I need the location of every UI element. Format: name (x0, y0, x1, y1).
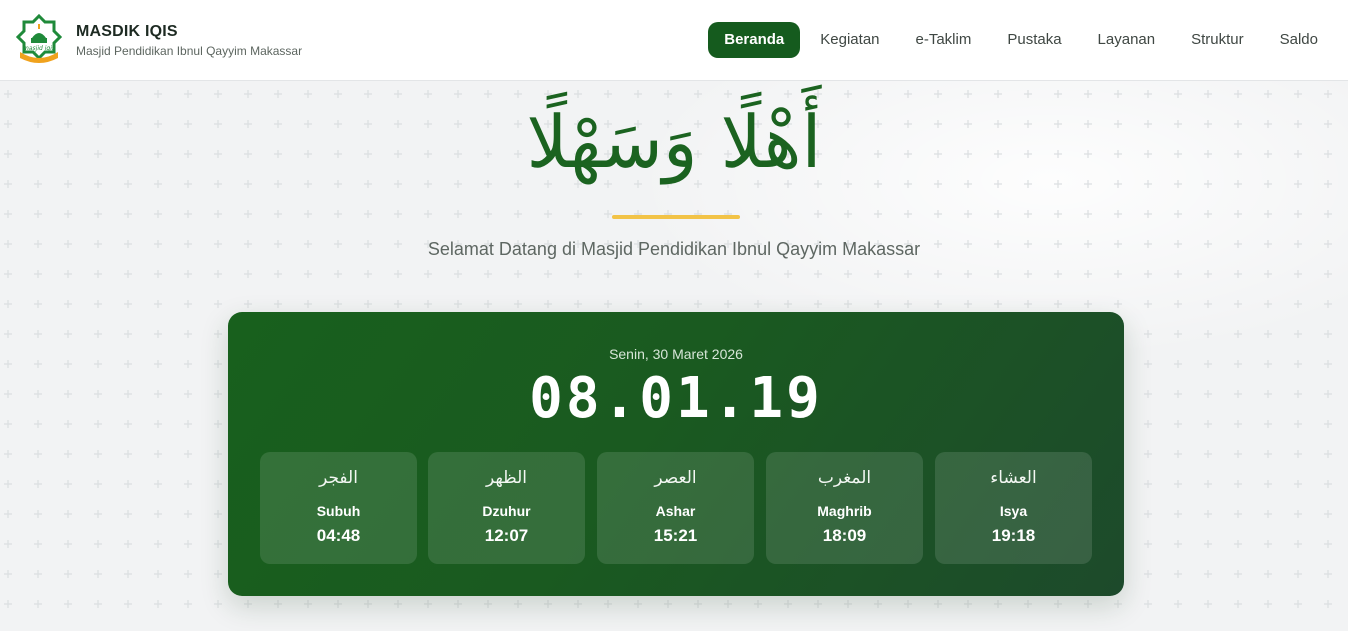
prayer-arabic-name: العشاء (990, 468, 1037, 488)
prayer-arabic-name: المغرب (817, 468, 872, 488)
prayer-time: 18:09 (822, 526, 867, 545)
prayer-name: Dzuhur (482, 503, 531, 519)
nav-item-kegiatan[interactable]: Kegiatan (802, 22, 897, 58)
nav-item-struktur[interactable]: Struktur (1173, 22, 1262, 58)
prayer-arabic-name: الفجر (319, 468, 358, 488)
prayer-time: 04:48 (316, 526, 361, 545)
main-nav: Beranda Kegiatan e-Taklim Pustaka Layana… (708, 22, 1336, 58)
prayer-schedule-card: Senin, 30 Maret 2026 08.01.19 الفجر Subu… (228, 312, 1124, 596)
site-header: masjid iqis MASDIK IQIS Masjid Pendidika… (0, 0, 1348, 81)
prayer-card-isya: العشاء Isya 19:18 (935, 452, 1092, 564)
nav-item-beranda[interactable]: Beranda (708, 22, 801, 58)
logo-text: masjid iqis (23, 45, 55, 52)
brand-title[interactable]: MASDIK IQIS (76, 23, 178, 41)
nav-item-layanan[interactable]: Layanan (1080, 22, 1174, 58)
prayer-arabic-name: الظهر (485, 468, 528, 488)
nav-item-pustaka[interactable]: Pustaka (989, 22, 1079, 58)
gold-divider (612, 215, 740, 219)
brand-subtitle: Masjid Pendidikan Ibnul Qayyim Makassar (76, 44, 303, 58)
prayer-name: Ashar (655, 503, 696, 519)
prayer-time: 19:18 (991, 526, 1036, 545)
prayer-name: Subuh (316, 503, 361, 519)
prayer-card-maghrib: المغرب Maghrib 18:09 (766, 452, 923, 564)
current-clock: 08.01.19 (529, 366, 823, 431)
prayer-card-subuh: الفجر Subuh 04:48 (260, 452, 417, 564)
nav-item-saldo[interactable]: Saldo (1262, 22, 1336, 58)
prayer-card-ashar: العصر Ashar 15:21 (597, 452, 754, 564)
arabic-greeting: أَهْلًا وَسَهْلًا (526, 100, 822, 184)
nav-item-e-taklim[interactable]: e-Taklim (898, 22, 990, 58)
prayer-name: Maghrib (817, 503, 872, 519)
current-date: Senin, 30 Maret 2026 (609, 346, 743, 362)
prayer-time: 12:07 (484, 526, 529, 545)
welcome-text: Selamat Datang di Masjid Pendidikan Ibnu… (427, 239, 921, 259)
prayer-card-dzuhur: الظهر Dzuhur 12:07 (428, 452, 585, 564)
prayer-time: 15:21 (653, 526, 698, 545)
mosque-logo-icon[interactable]: masjid iqis (14, 13, 64, 64)
prayer-arabic-name: العصر (654, 468, 697, 488)
prayer-name: Isya (999, 503, 1028, 519)
